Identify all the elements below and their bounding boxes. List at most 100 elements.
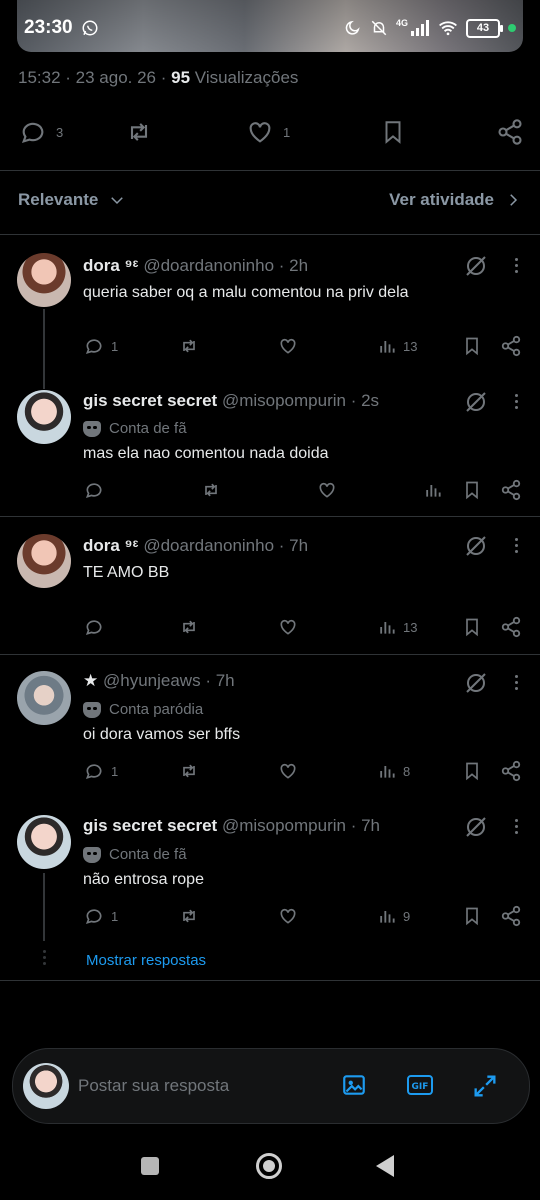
display-name[interactable]: ★ <box>83 671 98 690</box>
bookmark-button[interactable] <box>462 760 482 782</box>
thread-dots <box>43 950 46 965</box>
more-options-icon[interactable] <box>515 819 518 834</box>
views-button[interactable] <box>423 480 449 500</box>
status-bar: 23:30 4G 43 <box>24 14 516 42</box>
view-activity-link[interactable]: Ver atividade <box>389 190 522 210</box>
composer-placeholder[interactable]: Postar sua resposta <box>78 1076 229 1096</box>
user-handle[interactable]: @misopompurin <box>222 391 346 410</box>
avatar[interactable] <box>17 390 71 444</box>
svg-text:GIF: GIF <box>412 1082 429 1092</box>
divider <box>0 980 540 981</box>
reply-button[interactable]: 1 <box>83 336 118 356</box>
repost-button[interactable] <box>199 480 223 500</box>
bookmark-icon <box>462 905 482 927</box>
like-button[interactable] <box>277 336 299 356</box>
replies-filter-row: Relevante Ver atividade <box>18 190 522 210</box>
views-count: 9 <box>403 908 411 924</box>
like-button[interactable]: 1 <box>245 118 290 146</box>
repost-button[interactable] <box>177 761 201 781</box>
status-time: 23:30 <box>24 17 73 38</box>
bookmark-button[interactable] <box>462 616 482 638</box>
divider <box>0 654 540 655</box>
repost-button[interactable] <box>177 906 201 926</box>
reply-count: 1 <box>111 908 119 924</box>
avatar[interactable] <box>17 815 71 869</box>
more-options-icon[interactable] <box>515 538 518 553</box>
recents-button[interactable] <box>141 1157 159 1175</box>
views-label: Visualizações <box>194 68 299 87</box>
views-button[interactable]: 13 <box>377 336 417 356</box>
share-button[interactable] <box>500 335 522 357</box>
reply-time: · 2h <box>278 256 309 275</box>
views-count: 8 <box>403 763 411 779</box>
share-button[interactable] <box>500 616 522 638</box>
repost-button[interactable] <box>123 118 155 146</box>
reply-button[interactable] <box>83 617 111 637</box>
more-options-icon[interactable] <box>515 258 518 273</box>
repost-button[interactable] <box>177 336 201 356</box>
avatar[interactable] <box>17 534 71 588</box>
share-button[interactable] <box>500 760 522 782</box>
user-handle[interactable]: @misopompurin <box>222 816 346 835</box>
views-button[interactable]: 13 <box>377 617 417 637</box>
show-replies-link[interactable]: Mostrar respostas <box>86 952 206 969</box>
grok-icon[interactable] <box>464 534 488 558</box>
repost-button[interactable] <box>177 617 201 637</box>
display-name[interactable]: dora ⁹ᵋ <box>83 536 139 555</box>
reply-count: 1 <box>111 763 119 779</box>
bookmark-button[interactable] <box>462 479 482 501</box>
user-handle[interactable]: @doardanoninho <box>143 536 274 555</box>
gif-icon[interactable]: GIF <box>406 1072 434 1098</box>
grok-icon[interactable] <box>464 671 488 695</box>
reply-button[interactable]: 3 <box>18 118 63 146</box>
sort-dropdown[interactable]: Relevante <box>18 190 126 210</box>
user-handle[interactable]: @hyunjeaws <box>103 671 201 690</box>
bookmark-icon <box>385 121 401 144</box>
avatar[interactable] <box>17 671 71 725</box>
user-handle[interactable]: @doardanoninho <box>143 256 274 275</box>
views-button[interactable]: 9 <box>377 906 410 926</box>
bell-off-icon <box>371 20 387 36</box>
thread-connector <box>43 309 45 389</box>
more-options-icon[interactable] <box>515 394 518 409</box>
image-icon[interactable] <box>341 1072 367 1098</box>
account-badge: Conta paródia <box>83 701 203 718</box>
share-button[interactable] <box>500 905 522 927</box>
reply-button[interactable]: 1 <box>83 906 118 926</box>
share-button[interactable] <box>500 479 522 501</box>
display-name[interactable]: gis secret secret <box>83 391 217 410</box>
bookmark-button[interactable] <box>462 905 482 927</box>
reply-icon <box>83 617 105 637</box>
share-button[interactable] <box>496 118 524 146</box>
reply-composer[interactable]: Postar sua resposta GIF <box>12 1048 530 1124</box>
display-name[interactable]: gis secret secret <box>83 816 217 835</box>
share-icon <box>500 905 522 927</box>
battery-indicator: 43 <box>466 18 503 38</box>
back-button[interactable] <box>376 1155 394 1177</box>
bookmark-button[interactable] <box>380 117 406 147</box>
views-icon <box>377 336 397 356</box>
home-button[interactable] <box>256 1153 282 1179</box>
avatar[interactable] <box>17 253 71 307</box>
like-button[interactable] <box>277 761 299 781</box>
activity-label: Ver atividade <box>389 190 494 209</box>
like-button[interactable] <box>277 617 299 637</box>
display-name[interactable]: dora ⁹ᵋ <box>83 256 139 275</box>
grok-icon[interactable] <box>464 390 488 414</box>
reply-button[interactable] <box>83 480 111 500</box>
like-button[interactable] <box>316 480 338 500</box>
grok-icon[interactable] <box>464 254 488 278</box>
divider <box>0 234 540 235</box>
bookmark-button[interactable] <box>462 335 482 357</box>
reply-text: mas ela nao comentou nada doida <box>83 445 329 462</box>
expand-icon[interactable] <box>471 1072 499 1100</box>
composer-avatar <box>23 1063 69 1109</box>
repost-icon <box>177 761 201 781</box>
reply-actions-row: 1 13 <box>83 334 522 358</box>
reply-button[interactable]: 1 <box>83 761 118 781</box>
views-button[interactable]: 8 <box>377 761 410 781</box>
like-button[interactable] <box>277 906 299 926</box>
grok-icon[interactable] <box>464 815 488 839</box>
whatsapp-icon <box>82 20 98 36</box>
more-options-icon[interactable] <box>515 675 518 690</box>
